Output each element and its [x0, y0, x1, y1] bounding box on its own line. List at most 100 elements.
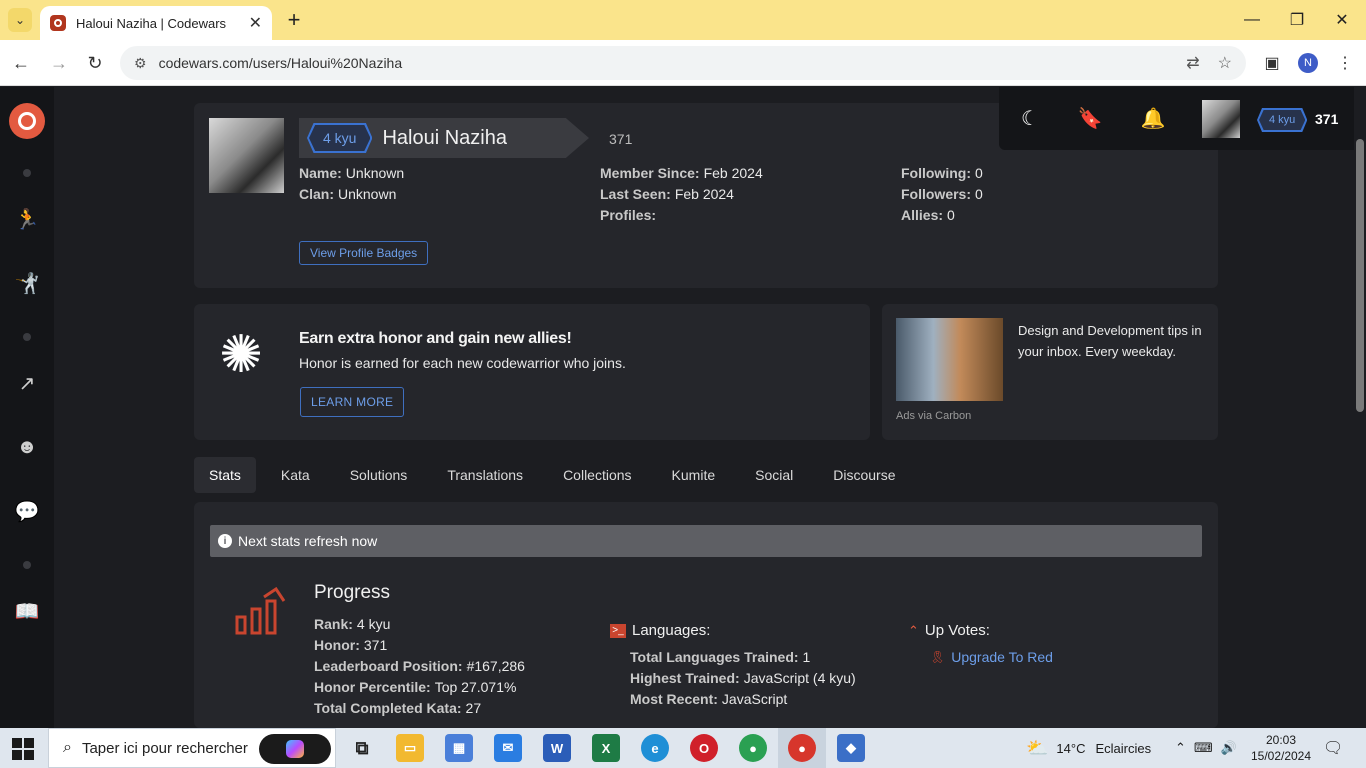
new-tab-button[interactable]: + — [282, 7, 306, 32]
learn-more-button[interactable]: LEARN MORE — [300, 387, 405, 417]
rank-badge-label: 4 kyu — [309, 125, 371, 151]
info-icon: i — [218, 534, 232, 548]
windows-start-icon[interactable] — [12, 738, 34, 760]
task-view-icon[interactable]: ⧉ — [348, 734, 376, 762]
minimize-button[interactable]: — — [1232, 6, 1272, 34]
discord-icon[interactable]: ☻ — [13, 433, 41, 461]
leaderboard-icon[interactable]: ↗ — [13, 369, 41, 397]
header-avatar[interactable] — [1202, 100, 1240, 138]
bookmark-star-icon[interactable]: ☆ — [1218, 53, 1232, 73]
training-icon[interactable]: 🏃 — [13, 205, 41, 233]
most-recent-label: Most Recent: — [630, 691, 718, 707]
clock-time: 20:03 — [1265, 733, 1297, 747]
completed-kata-label: Total Completed Kata: — [314, 700, 462, 716]
opera-icon[interactable]: O — [690, 734, 718, 762]
percentile-label: Honor Percentile: — [314, 679, 431, 695]
tab-stats[interactable]: Stats — [194, 457, 256, 493]
sidebar: 🏃 🤺 ↗ ☻ 💬 📖 — [0, 87, 54, 728]
most-recent-value: JavaScript — [721, 691, 788, 707]
name-banner: 4 kyu Haloui Naziha — [299, 118, 589, 158]
codewars-logo-icon[interactable] — [9, 103, 45, 139]
chrome-icon[interactable]: ● — [739, 734, 767, 762]
tab-kumite[interactable]: Kumite — [657, 457, 731, 493]
keyboard-icon[interactable]: ⌨ — [1194, 740, 1213, 756]
mail-icon[interactable]: ✉ — [494, 734, 522, 762]
excel-icon[interactable]: X — [592, 734, 620, 762]
edge-icon[interactable]: e — [641, 734, 669, 762]
taskbar-clock[interactable]: 20:03 15/02/2024 — [1248, 732, 1314, 764]
dark-mode-moon-icon[interactable]: ☾ — [1017, 105, 1043, 131]
taskbar-search[interactable]: ⌕ Taper ici pour rechercher — [48, 728, 336, 768]
rank-badge: 4 kyu — [307, 123, 373, 153]
rank-label: Rank: — [314, 616, 353, 632]
site-info-icon[interactable]: ⚙ — [134, 55, 147, 72]
ad-text[interactable]: Design and Development tips in your inbo… — [1018, 320, 1208, 362]
discourse-icon[interactable]: 💬 — [13, 497, 41, 525]
forward-button[interactable]: → — [46, 50, 72, 76]
leaderboard-row: Leaderboard Position: #167,286 — [314, 658, 525, 674]
tab-solutions[interactable]: Solutions — [335, 457, 423, 493]
languages-trained-label: Total Languages Trained: — [630, 649, 799, 665]
tab-collections[interactable]: Collections — [548, 457, 646, 493]
following-value: 0 — [974, 165, 983, 181]
microsoft-store-icon[interactable]: ▦ — [445, 734, 473, 762]
browser-tab[interactable]: Haloui Naziha | Codewars ✕ — [40, 6, 272, 40]
stats-refresh-notice: i Next stats refresh now — [210, 525, 1202, 557]
tab-translations[interactable]: Translations — [432, 457, 538, 493]
copilot-icon[interactable] — [259, 734, 331, 764]
browser-toolbar: ← → ↻ ⚙ codewars.com/users/Haloui%20Nazi… — [0, 40, 1366, 86]
upgrade-to-red-link[interactable]: 🎗 Upgrade To Red — [930, 649, 1053, 665]
bookmark-icon[interactable]: 🔖 — [1077, 105, 1103, 131]
tab-discourse[interactable]: Discourse — [818, 457, 910, 493]
notifications-bell-icon[interactable]: 🔔 — [1140, 105, 1166, 131]
honor-label: Honor: — [314, 637, 360, 653]
notification-center-icon[interactable]: 🗨 — [1323, 728, 1343, 768]
tray-icons: ⌃ ⌨ 🔊 — [1175, 728, 1237, 768]
taskbar-search-placeholder[interactable]: Taper ici pour rechercher — [82, 740, 248, 757]
chrome-profile-icon[interactable]: ● — [788, 734, 816, 762]
languages-title: Languages: — [632, 622, 711, 639]
profiles-label: Profiles: — [600, 207, 657, 223]
upgrade-link-label[interactable]: Upgrade To Red — [951, 649, 1053, 665]
side-panel-icon[interactable]: ▣ — [1261, 52, 1283, 74]
allies-value: 0 — [947, 207, 955, 223]
restore-button[interactable]: ❐ — [1277, 6, 1317, 34]
tab-close-icon[interactable]: ✕ — [249, 13, 262, 33]
sidebar-divider-dot — [23, 561, 31, 569]
volume-icon[interactable]: 🔊 — [1221, 740, 1237, 756]
followers-row[interactable]: Followers: 0 — [901, 186, 983, 202]
top-header: ☾ 🔖 🔔 4 kyu 371 — [999, 87, 1354, 150]
view-profile-badges-button[interactable]: View Profile Badges — [299, 241, 429, 265]
git-icon[interactable]: ◆ — [837, 734, 865, 762]
tab-social[interactable]: Social — [740, 457, 808, 493]
header-honor: 371 — [1315, 111, 1339, 127]
practice-icon[interactable]: 🤺 — [13, 269, 41, 297]
address-bar[interactable]: ⚙ codewars.com/users/Haloui%20Naziha ⇄ ☆ — [120, 46, 1246, 80]
following-row[interactable]: Following: 0 — [901, 165, 983, 181]
translate-icon[interactable]: ⇄ — [1186, 53, 1199, 73]
tab-kata[interactable]: Kata — [266, 457, 325, 493]
allies-row[interactable]: Allies: 0 — [901, 207, 955, 223]
weather-widget[interactable]: ⛅ 14°C Eclaircies — [1026, 728, 1151, 768]
completed-kata-row: Total Completed Kata: 27 — [314, 700, 481, 716]
back-button[interactable]: ← — [8, 50, 34, 76]
chevron-up-icon[interactable]: ⌃ — [1175, 740, 1186, 756]
page-scrollbar-thumb[interactable] — [1356, 139, 1364, 412]
promo-title: Earn extra honor and gain new allies! — [299, 330, 572, 347]
file-explorer-icon[interactable]: ▭ — [396, 734, 424, 762]
carbon-ad-card[interactable]: Design and Development tips in your inbo… — [882, 304, 1218, 440]
reload-button[interactable]: ↻ — [82, 50, 108, 76]
languages-trained-value: 1 — [802, 649, 811, 665]
address-url[interactable]: codewars.com/users/Haloui%20Naziha — [159, 55, 1169, 71]
chevron-up-icon: ⌃ — [908, 622, 919, 638]
tab-search-button[interactable]: ⌄ — [8, 8, 32, 32]
close-window-button[interactable]: ✕ — [1322, 6, 1362, 34]
ads-via-carbon-link[interactable]: Ads via Carbon — [896, 410, 971, 422]
sidebar-divider-dot — [23, 333, 31, 341]
docs-icon[interactable]: 📖 — [13, 597, 41, 625]
browser-profile-avatar[interactable]: N — [1298, 53, 1318, 73]
word-icon[interactable]: W — [543, 734, 571, 762]
leaderboard-label: Leaderboard Position: — [314, 658, 463, 674]
browser-menu-icon[interactable]: ⋮ — [1334, 52, 1356, 74]
ad-image[interactable] — [896, 318, 1003, 401]
